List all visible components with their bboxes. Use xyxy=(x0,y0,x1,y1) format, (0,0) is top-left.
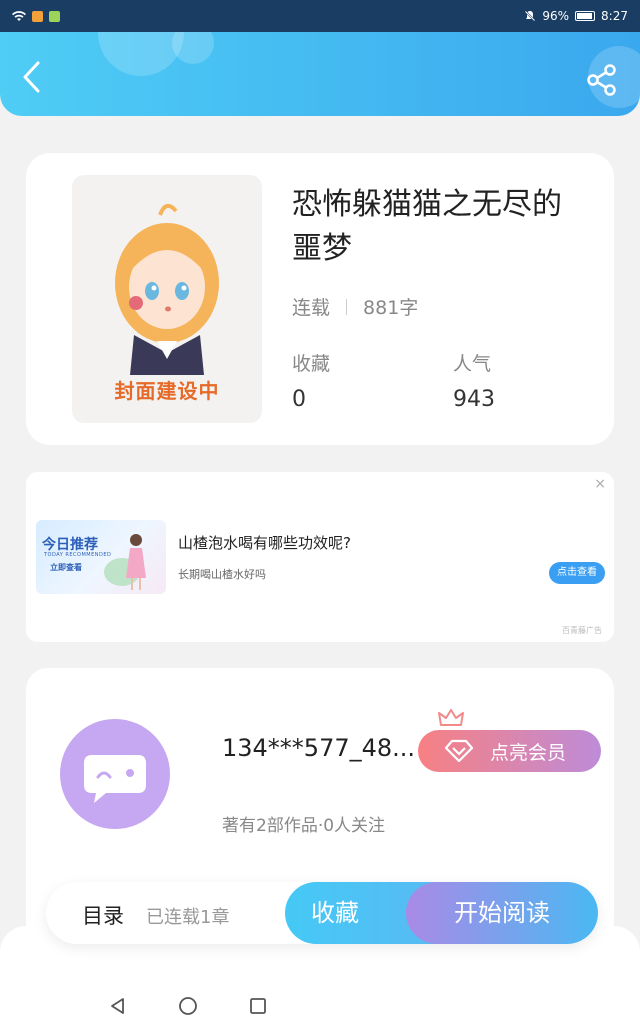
book-status: 连载 xyxy=(292,297,331,319)
back-triangle-icon[interactable] xyxy=(109,997,127,1015)
app-notification-icon xyxy=(32,10,43,22)
back-icon[interactable] xyxy=(18,60,48,94)
wifi-icon xyxy=(12,10,26,21)
favorites-value: 0 xyxy=(292,387,306,412)
book-cover[interactable]: 封面建设中 xyxy=(72,175,262,423)
ad-title[interactable]: 山楂泡水喝有哪些功效呢? xyxy=(178,532,351,553)
author-avatar[interactable] xyxy=(60,719,170,829)
bottom-action-bar: 目录 已连载1章 收藏 开始阅读 xyxy=(46,882,598,944)
favorites-label: 收藏 xyxy=(292,353,331,375)
woman-illustration-icon xyxy=(104,534,146,590)
recents-square-icon[interactable] xyxy=(249,997,267,1015)
ad-image-title: 今日推荐 xyxy=(42,537,98,553)
popularity-label: 人气 xyxy=(453,353,492,375)
ad-image-button: 立即查看 xyxy=(50,563,82,572)
vip-button-label: 点亮会员 xyxy=(490,742,567,764)
author-name[interactable]: 134***577_48... xyxy=(222,734,422,762)
battery-percent: 96% xyxy=(542,9,570,23)
system-nav-bar xyxy=(0,988,640,1024)
header-bubble xyxy=(172,32,214,64)
cover-placeholder-text: 封面建设中 xyxy=(114,379,220,403)
status-left-icons xyxy=(12,10,60,22)
popularity-value: 943 xyxy=(453,387,495,412)
ad-view-button[interactable]: 点击查看 xyxy=(549,562,605,584)
ad-subtitle: 长期喝山楂水好吗 xyxy=(178,568,266,581)
word-count: 881字 xyxy=(363,297,419,319)
header xyxy=(0,32,640,116)
home-circle-icon[interactable] xyxy=(178,996,198,1016)
status-right: 96% 8:27 xyxy=(524,9,628,23)
ad-card[interactable]: × 今日推荐 TODAY RECOMMENDED 立即查看 山楂泡水喝有哪些功效… xyxy=(26,472,614,642)
close-icon[interactable]: × xyxy=(594,476,606,492)
header-bubble xyxy=(98,32,184,76)
status-bar: 96% 8:27 xyxy=(0,0,640,32)
chat-bubble-icon xyxy=(84,755,146,803)
start-reading-button[interactable]: 开始阅读 xyxy=(406,882,598,944)
clock: 8:27 xyxy=(601,9,628,23)
ad-source-tag: 百青藤广告 xyxy=(562,626,602,635)
crown-icon xyxy=(438,709,464,726)
battery-icon xyxy=(575,11,596,21)
ad-image[interactable]: 今日推荐 TODAY RECOMMENDED 立即查看 xyxy=(36,520,166,594)
meta-divider xyxy=(346,298,348,315)
toc-chapter-count[interactable]: 已连载1章 xyxy=(146,903,229,929)
book-title: 恐怖躲猫猫之无尽的噩梦 xyxy=(292,187,562,266)
author-stats: 著有2部作品·0人关注 xyxy=(222,816,386,836)
share-icon[interactable] xyxy=(586,64,618,96)
anime-girl-icon xyxy=(115,203,219,375)
app-notification-icon xyxy=(49,10,60,22)
toc-button[interactable]: 目录 xyxy=(82,900,124,930)
bell-muted-icon xyxy=(524,10,537,22)
book-info-card: 封面建设中 恐怖躲猫猫之无尽的噩梦 连载 881字 收藏 0 人气 943 xyxy=(26,153,614,445)
book-meta: 连载 881字 xyxy=(292,293,418,320)
diamond-icon xyxy=(444,739,474,763)
vip-button[interactable]: 点亮会员 xyxy=(418,709,601,772)
